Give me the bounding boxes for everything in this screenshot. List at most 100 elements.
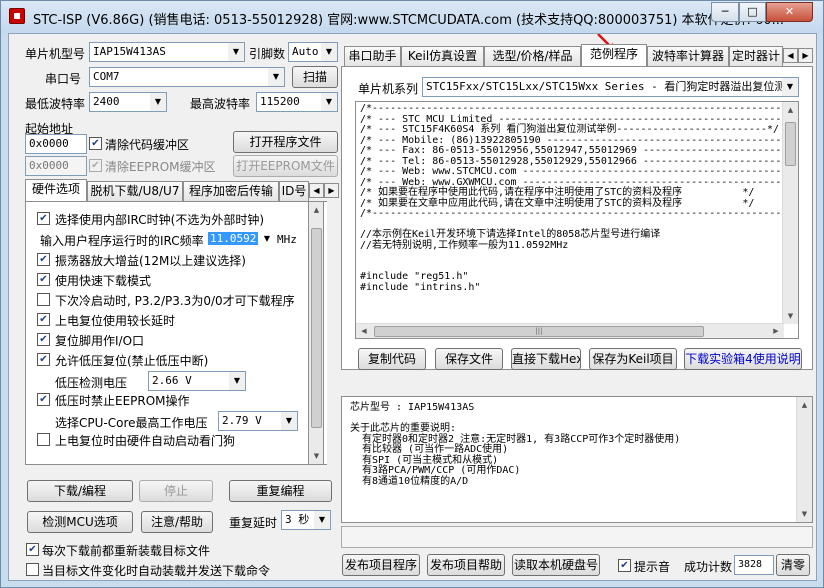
publish-help-button[interactable]: 发布项目帮助 — [427, 554, 505, 576]
open-eeprom-button[interactable]: 打开EEPROM文件 — [233, 155, 338, 177]
option-checkbox[interactable] — [37, 433, 50, 446]
scroll-down-icon[interactable]: ▼ — [309, 448, 324, 464]
success-count-label: 成功计数 — [684, 560, 733, 574]
clear-code-checkbox[interactable] — [89, 137, 102, 150]
tab-offline-download[interactable]: 脱机下载/U8/U7 — [87, 181, 183, 201]
save-file-button[interactable]: 保存文件 — [435, 348, 503, 370]
clear-eeprom-checkbox[interactable] — [89, 159, 102, 172]
option-checkbox[interactable] — [37, 353, 50, 366]
progress-bar — [341, 526, 813, 548]
scroll-thumb[interactable] — [311, 228, 322, 428]
max-baud-select[interactable]: 115200 ▼ — [256, 92, 338, 112]
stop-button[interactable]: 停止 — [139, 480, 213, 502]
scroll-up-icon[interactable]: ▲ — [797, 397, 812, 413]
cpu-voltage-label: 选择CPU-Core最高工作电压 — [55, 416, 208, 430]
option-label: 振荡器放大增益(12M以上建议选择) — [55, 254, 246, 268]
check-mcu-button[interactable]: 检测MCU选项 — [27, 511, 133, 533]
beep-checkbox[interactable] — [618, 559, 631, 572]
info-scrollbar[interactable]: ▲ ▼ — [796, 397, 812, 522]
help-button[interactable]: 注意/帮助 — [141, 511, 213, 533]
tab-sample-programs[interactable]: 范例程序 — [581, 44, 647, 66]
option-checkbox[interactable] — [37, 333, 50, 346]
save-keil-button[interactable]: 保存为Keil项目 — [589, 348, 677, 370]
pin-count-select[interactable]: Auto ▼ — [288, 42, 338, 62]
info-line: 有8通道10位精度的A/D — [350, 475, 469, 487]
scroll-left-icon[interactable]: ◀ — [356, 324, 372, 338]
cpu-voltage-value: 2.79 V — [222, 414, 262, 427]
publish-project-button[interactable]: 发布项目程序 — [342, 554, 420, 576]
chevron-down-icon: ▼ — [263, 234, 271, 243]
close-button[interactable]: ✕ — [766, 2, 813, 22]
option-checkbox[interactable] — [37, 393, 50, 406]
chevron-down-icon: ▼ — [321, 43, 337, 61]
repeat-delay-select[interactable]: 3 秒 ▼ — [281, 510, 331, 530]
autosend-checkbox[interactable] — [26, 563, 39, 576]
tab-timer-calculator[interactable]: 定时器计 — [729, 46, 783, 66]
scan-button[interactable]: 扫描 — [292, 66, 338, 88]
low-voltage-select[interactable]: 2.66 V ▼ — [148, 371, 246, 391]
tab-id-number[interactable]: ID号 — [279, 181, 309, 201]
low-voltage-label: 低压检测电压 — [55, 376, 128, 390]
copy-code-button[interactable]: 复制代码 — [358, 348, 426, 370]
tab-hardware-options[interactable]: 硬件选项 — [25, 179, 87, 201]
series-select[interactable]: STC15Fxx/STC15Lxx/STC15Wxx Series - 看门狗定… — [422, 77, 799, 97]
option-checkbox[interactable] — [37, 293, 50, 306]
mcu-type-select[interactable]: IAP15W413AS ▼ — [89, 42, 245, 62]
option-checkbox[interactable] — [37, 273, 50, 286]
port-label: 串口号 — [45, 72, 82, 86]
low-voltage-value: 2.66 V — [152, 374, 192, 387]
tab-baud-calculator[interactable]: 波特率计算器 — [647, 46, 729, 66]
scroll-right-icon[interactable]: ▶ — [768, 324, 784, 338]
irc-label: 输入用户程序运行时的IRC频率 — [40, 234, 204, 248]
option-checkbox[interactable] — [37, 313, 50, 326]
chevron-down-icon: ▼ — [281, 412, 297, 430]
read-disk-id-button[interactable]: 读取本机硬盘号 — [512, 554, 600, 576]
scroll-thumb[interactable]: ||| — [374, 326, 704, 337]
option-checkbox[interactable] — [37, 253, 50, 266]
scroll-up-icon[interactable]: ▲ — [783, 102, 798, 118]
min-baud-select[interactable]: 2400 ▼ — [89, 92, 167, 112]
code-addr-input[interactable]: 0x0000 — [25, 134, 87, 154]
right-tab-bar: 串口助手 Keil仿真设置 选型/价格/样品 范例程序 波特率计算器 定时器计 … — [344, 44, 814, 66]
download-hex-button[interactable]: 直接下载Hex — [511, 348, 581, 370]
code-h-scrollbar[interactable]: ◀ ||| ▶ — [356, 323, 784, 338]
eeprom-addr-input[interactable]: 0x0000 — [25, 156, 87, 176]
maximize-button[interactable]: □ — [739, 2, 766, 22]
port-select[interactable]: COM7 ▼ — [89, 67, 285, 87]
code-view[interactable]: /*--------------------------------------… — [355, 101, 799, 339]
autosend-label: 当目标文件变化时自动装载并发送下载命令 — [42, 564, 271, 578]
reload-checkbox[interactable] — [26, 543, 39, 556]
code-v-scrollbar[interactable]: ▲ ▼ — [782, 102, 798, 324]
irc-frequency-select[interactable]: 11.0592 ▼ — [208, 230, 273, 250]
download-button[interactable]: 下载/编程 — [27, 480, 133, 502]
tab-selection-price[interactable]: 选型/价格/样品 — [484, 46, 581, 66]
tab-keil-sim[interactable]: Keil仿真设置 — [401, 46, 484, 66]
left-tab-bar: 硬件选项 脱机下载/U8/U7 程序加密后传输 ID号 ◀ ▶ — [25, 179, 341, 201]
scroll-down-icon[interactable]: ▼ — [783, 308, 798, 324]
tab-encrypted-transfer[interactable]: 程序加密后传输 — [183, 181, 279, 201]
tab-scroll-left-icon[interactable]: ◀ — [783, 48, 798, 63]
option-checkbox[interactable] — [37, 212, 50, 225]
cpu-voltage-select[interactable]: 2.79 V ▼ — [218, 411, 298, 431]
min-baud-label: 最低波特率 — [25, 97, 86, 111]
tab-scroll-left-icon[interactable]: ◀ — [309, 183, 324, 198]
minimize-button[interactable]: ─ — [711, 2, 739, 22]
scroll-thumb[interactable] — [785, 122, 796, 166]
options-scrollbar[interactable]: ▲ ▼ — [308, 201, 324, 465]
tab-scroll-right-icon[interactable]: ▶ — [324, 183, 339, 198]
lab-manual-button[interactable]: 下载实验箱4使用说明 — [684, 348, 802, 370]
sample-program-panel: 单片机系列 STC15Fxx/STC15Lxx/STC15Wxx Series … — [341, 66, 813, 370]
chip-info-panel: 芯片型号 : IAP15W413AS 关于此芯片的重要说明: 有定时器0和定时器2… — [341, 396, 813, 523]
hardware-options-panel: 选择使用内部IRC时钟(不选为外部时钟) 输入用户程序运行时的IRC频率 11.… — [25, 201, 327, 465]
scroll-down-icon[interactable]: ▼ — [797, 506, 812, 522]
tab-scroll-right-icon[interactable]: ▶ — [798, 48, 813, 63]
open-program-button[interactable]: 打开程序文件 — [233, 131, 338, 153]
title-bar[interactable]: STC-ISP (V6.86G) (销售电话: 0513-55012928) 官… — [1, 1, 823, 33]
info-line: 关于此芯片的重要说明: — [350, 423, 457, 434]
scroll-up-icon[interactable]: ▲ — [309, 202, 324, 218]
repeat-program-button[interactable]: 重复编程 — [229, 480, 332, 502]
clear-count-button[interactable]: 清零 — [776, 554, 810, 576]
code-text: /*--------------------------------------… — [360, 103, 798, 293]
tab-serial-assistant[interactable]: 串口助手 — [344, 46, 401, 66]
